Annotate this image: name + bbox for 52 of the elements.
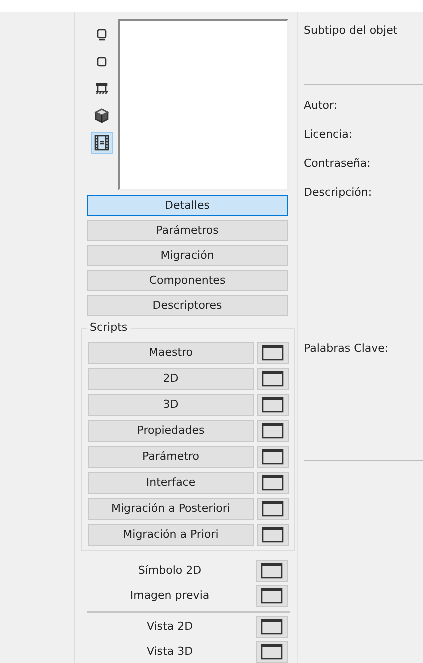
window-button[interactable] bbox=[257, 472, 289, 494]
window-icon bbox=[262, 371, 284, 387]
window-button[interactable] bbox=[256, 616, 288, 638]
item-label: Vista 2D bbox=[146, 618, 194, 635]
group-label: Scripts bbox=[87, 321, 131, 335]
field-label: Contraseña: bbox=[304, 157, 372, 171]
window-button[interactable] bbox=[257, 342, 289, 364]
item-label: Vista 3D bbox=[146, 644, 194, 660]
window-icon bbox=[262, 345, 284, 361]
window-icon bbox=[262, 397, 284, 413]
section-tab[interactable]: Componentes bbox=[87, 270, 288, 291]
item-label: Imagen previa bbox=[129, 588, 211, 604]
window-button[interactable] bbox=[257, 420, 289, 442]
field-label: Licencia: bbox=[304, 128, 354, 142]
window-icon bbox=[262, 449, 284, 465]
cube-icon bbox=[94, 108, 110, 124]
section-tab[interactable]: Parámetros bbox=[87, 220, 288, 241]
field-label: Palabras Clave: bbox=[304, 342, 390, 356]
field-label: Autor: bbox=[304, 99, 339, 113]
section-tab[interactable]: Detalles bbox=[87, 195, 288, 216]
view-button[interactable] bbox=[91, 132, 113, 154]
script-button[interactable]: Propiedades bbox=[88, 420, 254, 442]
window-button[interactable] bbox=[257, 446, 289, 468]
script-button[interactable]: Parámetro bbox=[88, 446, 254, 468]
field-label: Subtipo del objet bbox=[304, 24, 399, 38]
window-button[interactable] bbox=[257, 368, 289, 390]
window-icon bbox=[261, 563, 283, 579]
window-button[interactable] bbox=[257, 524, 289, 546]
script-button[interactable]: 3D bbox=[88, 394, 254, 416]
item-label: Símbolo 2D bbox=[137, 562, 203, 579]
window-icon bbox=[261, 619, 283, 635]
field-label: Descripción: bbox=[304, 186, 374, 200]
window-icon bbox=[262, 527, 284, 543]
window-button[interactable] bbox=[256, 641, 288, 663]
window-icon bbox=[262, 423, 284, 439]
window-button[interactable] bbox=[256, 585, 288, 607]
script-button[interactable]: Migración a Priori bbox=[88, 524, 254, 546]
table-icon bbox=[94, 81, 110, 97]
film-icon bbox=[94, 135, 110, 151]
section-tab[interactable]: Descriptores bbox=[87, 295, 288, 316]
window-icon bbox=[262, 475, 284, 491]
section-tab[interactable]: Migración bbox=[87, 245, 288, 266]
window-button[interactable] bbox=[256, 560, 288, 582]
window-icon bbox=[261, 644, 283, 660]
window-button[interactable] bbox=[257, 394, 289, 416]
script-button[interactable]: 2D bbox=[88, 368, 254, 390]
window-icon bbox=[261, 588, 283, 604]
script-button[interactable]: Migración a Posteriori bbox=[88, 498, 254, 520]
script-button[interactable]: Maestro bbox=[88, 342, 254, 364]
window-icon bbox=[262, 501, 284, 517]
window-button[interactable] bbox=[257, 498, 289, 520]
script-button[interactable]: Interface bbox=[88, 472, 254, 494]
